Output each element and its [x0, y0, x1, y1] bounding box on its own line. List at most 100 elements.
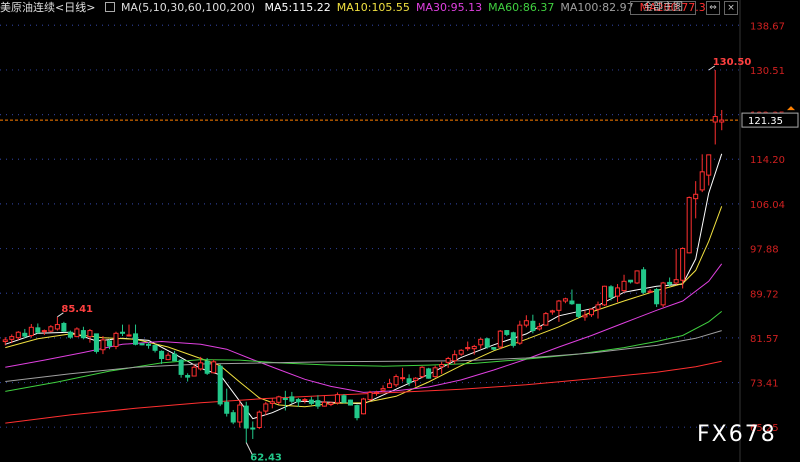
price-arrow-icon	[787, 106, 795, 111]
candle-body	[628, 279, 634, 283]
candle-body	[608, 286, 614, 298]
y-tick-label: 138.67	[750, 21, 785, 32]
candle	[628, 279, 634, 284]
candle	[562, 297, 568, 304]
candle-body	[380, 388, 386, 391]
candle	[641, 267, 647, 294]
candle-body	[243, 405, 249, 429]
candle-body	[471, 345, 477, 350]
candle-body	[204, 360, 210, 374]
candle	[185, 373, 191, 382]
candle	[660, 281, 666, 308]
candle-body	[465, 347, 471, 350]
candle-body	[549, 310, 555, 313]
candle-body	[445, 358, 451, 363]
candle	[582, 310, 588, 321]
candle-body	[588, 308, 594, 316]
candle	[276, 395, 282, 405]
candle	[530, 314, 536, 334]
candle-body	[719, 119, 725, 123]
candle	[478, 337, 484, 349]
candle-body	[504, 330, 510, 335]
ma-line-ma30	[5, 263, 723, 393]
price-annotation: 62.43	[250, 453, 282, 462]
candle	[289, 391, 295, 404]
price-annotation: 85.41	[61, 304, 93, 315]
candle-body	[367, 391, 373, 401]
candle-body	[641, 269, 647, 293]
candle-body	[712, 116, 718, 123]
candle-body	[302, 399, 308, 402]
candle	[230, 409, 236, 425]
candle-body	[647, 290, 653, 293]
candle-body	[22, 332, 28, 337]
candle-body	[439, 364, 445, 368]
candle	[217, 363, 223, 407]
candle	[575, 303, 581, 318]
candle-body	[9, 336, 15, 340]
candle-body	[93, 333, 99, 352]
candle	[347, 399, 353, 406]
candle	[341, 394, 347, 404]
candle-body	[256, 411, 262, 428]
candle	[250, 421, 256, 439]
candle-body	[374, 391, 380, 395]
candle-body	[543, 313, 549, 326]
candle-body	[269, 401, 275, 404]
candle-body	[341, 395, 347, 403]
candle-body	[569, 300, 575, 305]
candle	[426, 367, 432, 379]
candle-body	[667, 281, 673, 285]
candle-body	[497, 330, 503, 348]
candle-body	[510, 332, 516, 346]
candle	[191, 364, 197, 377]
candle-body	[230, 412, 236, 423]
candle-body	[41, 330, 47, 333]
candle	[360, 397, 367, 415]
candle-body	[360, 398, 367, 415]
candle-body	[400, 377, 406, 380]
candle-body	[601, 285, 608, 306]
y-tick-label: 114.20	[750, 155, 785, 166]
candle-body	[152, 344, 158, 351]
candle	[172, 350, 178, 362]
candle-body	[452, 354, 458, 362]
candlestick-chart: 138.67130.51122.35114.20106.0497.8889.72…	[0, 0, 799, 462]
candle-body	[119, 331, 126, 334]
y-tick-label: 89.72	[750, 289, 779, 300]
candle-body	[87, 330, 93, 338]
candle-body	[654, 289, 660, 305]
candle-body	[686, 197, 692, 254]
candle	[387, 378, 393, 389]
candle	[28, 324, 34, 338]
candle-body	[106, 340, 112, 347]
candle	[67, 330, 73, 339]
candle	[165, 352, 171, 361]
candle	[699, 154, 705, 193]
candle	[504, 330, 510, 337]
candle-body	[250, 427, 256, 430]
candle-body	[575, 303, 581, 317]
candle	[432, 365, 438, 378]
candle	[712, 70, 718, 145]
candle-body	[634, 270, 640, 284]
watermark: FX678	[697, 422, 777, 447]
candle-body	[321, 401, 327, 407]
candle-body	[100, 339, 106, 351]
last-price-label: 121.35	[748, 116, 783, 127]
candle	[139, 343, 145, 346]
candle	[178, 359, 184, 378]
candle-body	[224, 401, 230, 414]
candle-body	[211, 361, 217, 374]
candle-body	[706, 154, 712, 176]
candle	[693, 181, 699, 219]
candle	[354, 404, 360, 421]
candle	[100, 336, 106, 355]
candle-body	[28, 326, 34, 337]
candle-body	[582, 314, 588, 318]
candle-body	[406, 378, 412, 384]
candle	[113, 331, 119, 350]
candle	[48, 325, 54, 333]
candle-body	[2, 339, 8, 343]
candle	[465, 341, 471, 351]
